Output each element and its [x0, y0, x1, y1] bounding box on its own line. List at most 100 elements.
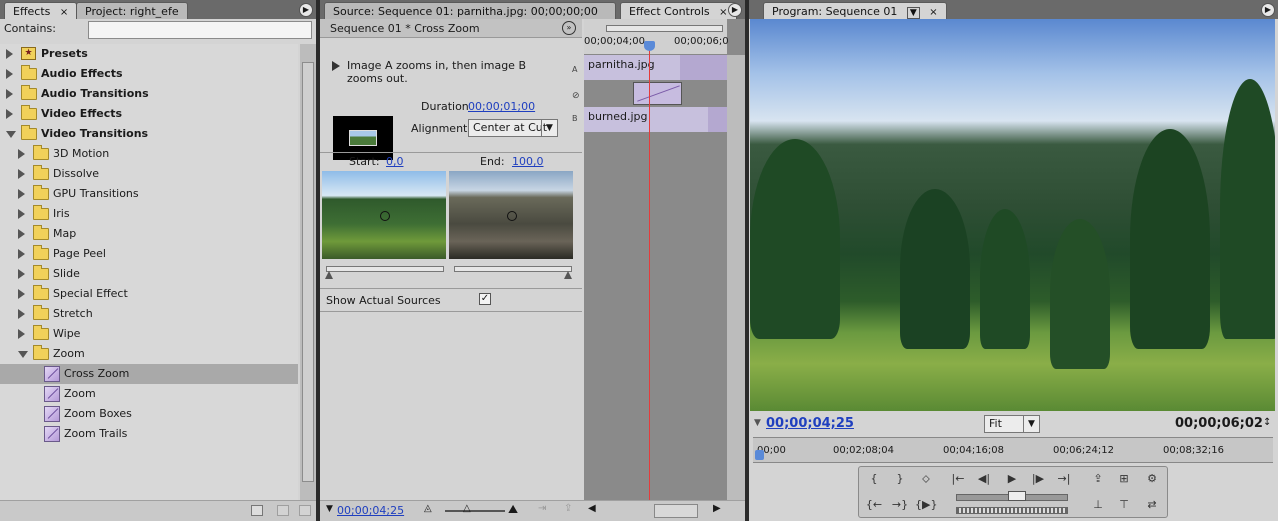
ec-ruler[interactable]: 00;00;04;00 00;00;06;0	[584, 19, 729, 55]
safe-margins-icon[interactable]: ⊞	[1113, 469, 1135, 489]
triangle-right-icon[interactable]	[18, 229, 25, 239]
tree-item[interactable]: Map	[0, 224, 298, 244]
tree-item[interactable]: Stretch	[0, 304, 298, 324]
loop-icon[interactable]: ⇥	[538, 503, 546, 514]
panel-menu-icon[interactable]: ▶	[728, 3, 742, 17]
jog-knob[interactable]	[1008, 491, 1026, 501]
play-in-to-out-icon[interactable]: {▶}	[915, 495, 937, 515]
swap-icon[interactable]: ⊘	[572, 91, 580, 101]
center-handle[interactable]	[507, 211, 517, 221]
tree-item[interactable]: Wipe	[0, 324, 298, 344]
triangle-right-icon[interactable]	[18, 189, 25, 199]
start-slider-knob[interactable]	[325, 271, 333, 279]
close-icon[interactable]: ×	[929, 7, 937, 18]
tree-item[interactable]: Zoom Boxes	[0, 404, 298, 424]
triangle-right-icon[interactable]	[18, 169, 25, 179]
triangle-right-icon[interactable]	[18, 329, 25, 339]
tree-item[interactable]: Dissolve	[0, 164, 298, 184]
mark-in-icon[interactable]: {	[863, 469, 885, 489]
center-handle[interactable]	[380, 211, 390, 221]
go-to-in-icon[interactable]: |←	[947, 469, 969, 489]
triangle-right-icon[interactable]	[6, 69, 13, 79]
lift-icon[interactable]: ⇪	[1087, 469, 1109, 489]
marker-icon[interactable]: ⬦	[915, 469, 937, 489]
triangle-right-icon[interactable]	[18, 149, 25, 159]
zoom-slider[interactable]	[445, 510, 505, 512]
triangle-right-icon[interactable]	[18, 309, 25, 319]
end-value[interactable]: 100,0	[512, 155, 544, 168]
step-forward-icon[interactable]: |▶	[1027, 469, 1049, 489]
tree-item[interactable]: GPU Transitions	[0, 184, 298, 204]
trim-icon[interactable]: ⇄	[1141, 495, 1163, 515]
tree-item[interactable]: Cross Zoom	[0, 364, 298, 384]
tree-item[interactable]: ★ Presets	[0, 44, 298, 64]
tree-item[interactable]: Page Peel	[0, 244, 298, 264]
triangle-right-icon[interactable]	[18, 249, 25, 259]
zoom-in-icon[interactable]: ⛰	[508, 502, 518, 517]
tree-item[interactable]: 3D Motion	[0, 144, 298, 164]
tab-project[interactable]: Project: right_efe	[76, 2, 188, 19]
tree-item[interactable]: Audio Effects	[0, 64, 298, 84]
zoom-bar[interactable]	[606, 25, 723, 32]
output-icon[interactable]: ⚙	[1141, 469, 1163, 489]
triangle-right-icon[interactable]	[18, 289, 25, 299]
tree-scrollbar[interactable]	[300, 44, 316, 500]
zoom-out-icon[interactable]: ◬	[424, 503, 432, 514]
scroll-left-icon[interactable]: ◀	[588, 503, 596, 514]
close-icon[interactable]: ×	[719, 7, 727, 18]
tab-effect-controls[interactable]: Effect Controls ×	[620, 2, 737, 19]
resize-icon[interactable]: ↕	[1263, 417, 1271, 428]
chevron-down-icon[interactable]: ▼	[906, 7, 920, 19]
end-slider-knob[interactable]	[564, 271, 572, 279]
program-video-frame[interactable]	[750, 19, 1275, 411]
tab-program[interactable]: Program: Sequence 01 ▼ ×	[763, 2, 947, 19]
go-to-prev-edit-icon[interactable]: {←	[863, 495, 885, 515]
tree-item[interactable]: Video Transitions	[0, 124, 298, 144]
current-timecode[interactable]: 00;00;04;25	[766, 416, 854, 431]
tree-item[interactable]: Zoom	[0, 384, 298, 404]
scroll-right-icon[interactable]: ▶	[713, 503, 721, 514]
alignment-dropdown[interactable]: Center at Cut ▼	[468, 119, 558, 137]
triangle-right-icon[interactable]	[6, 89, 13, 99]
go-to-next-edit-icon[interactable]: →}	[889, 495, 911, 515]
tree-item[interactable]: Zoom	[0, 344, 298, 364]
triangle-right-icon[interactable]	[6, 109, 13, 119]
panel-menu-icon[interactable]: ▶	[299, 3, 313, 17]
zoom-dropdown[interactable]: Fit ▼	[984, 415, 1040, 433]
tab-source[interactable]: Source: Sequence 01: parnitha.jpg: 00;00…	[324, 2, 616, 19]
close-icon[interactable]: ×	[60, 7, 68, 18]
tab-effects[interactable]: Effects ×	[4, 2, 78, 19]
play-icon[interactable]: ▶	[1001, 469, 1023, 489]
mark-out-icon[interactable]: }	[889, 469, 911, 489]
show-sources-checkbox[interactable]: ✓	[479, 293, 491, 305]
ec-scrollbar[interactable]	[727, 55, 745, 500]
triangle-right-icon[interactable]	[18, 209, 25, 219]
duration-value[interactable]: 00;00;01;00	[468, 100, 535, 113]
current-time[interactable]: 00;00;04;25	[337, 504, 404, 517]
export-icon[interactable]: ⇪	[564, 503, 572, 514]
end-slider[interactable]	[454, 266, 572, 272]
triangle-down-icon[interactable]	[6, 131, 16, 138]
scroll-thumb[interactable]	[302, 62, 314, 482]
new-custom-icon[interactable]	[277, 505, 289, 516]
triangle-right-icon[interactable]	[6, 49, 13, 59]
lift-edit-icon[interactable]: ⊥	[1087, 495, 1109, 515]
transition-clip[interactable]	[633, 82, 682, 105]
tree-item[interactable]: Video Effects	[0, 104, 298, 124]
playhead-handle[interactable]	[644, 41, 655, 51]
tree-item[interactable]: Iris	[0, 204, 298, 224]
h-scroll-thumb[interactable]	[654, 504, 698, 518]
tree-item[interactable]: Zoom Trails	[0, 424, 298, 444]
play-preview-icon[interactable]	[332, 61, 340, 71]
step-back-icon[interactable]: ◀|	[973, 469, 995, 489]
go-to-out-icon[interactable]: →|	[1053, 469, 1075, 489]
zoom-knob-icon[interactable]: △	[463, 503, 471, 514]
start-value[interactable]: 0,0	[386, 155, 404, 168]
playhead-handle[interactable]	[755, 450, 764, 460]
tree-item[interactable]: Audio Transitions	[0, 84, 298, 104]
shuttle-slider[interactable]	[956, 507, 1068, 514]
trash-icon[interactable]	[299, 505, 311, 516]
extract-icon[interactable]: ⊤	[1113, 495, 1135, 515]
triangle-down-icon[interactable]	[18, 351, 28, 358]
new-bin-icon[interactable]	[251, 505, 263, 516]
